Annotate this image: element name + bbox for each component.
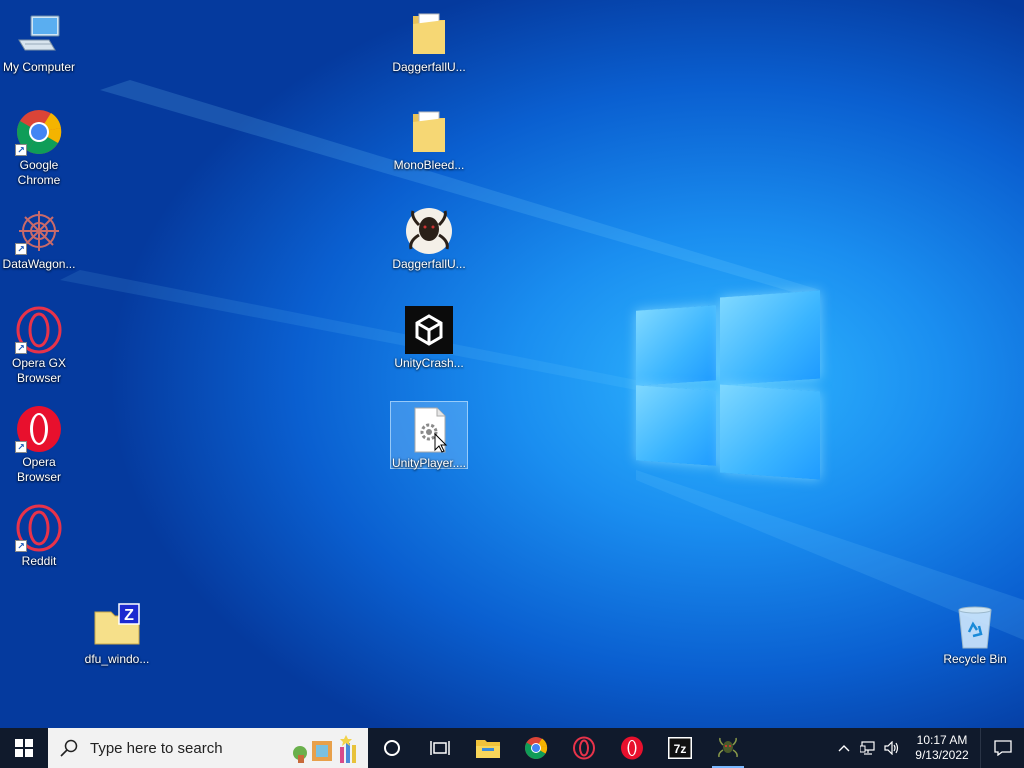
desktop-icon-opera-gx[interactable]: ↗ Opera GX Browser [0,302,78,386]
volume-button[interactable] [880,728,904,768]
desktop-icon-label: UnityCrash... [394,356,464,370]
computer-icon [15,10,63,58]
taskbar-search-box[interactable]: Type here to search [48,728,368,768]
desktop-icon-unityplayer[interactable]: UnityPlayer.... [390,401,468,470]
desktop-icon-label: DataWagon... [2,257,76,271]
task-view-button[interactable] [416,728,464,768]
system-tray: 10:17 AM 9/13/2022 [832,728,1024,768]
desktop-icon-daggerfall-folder[interactable]: DaggerfallU... [390,6,468,90]
desktop-icon-google-chrome[interactable]: ↗ Google Chrome [0,104,78,188]
unity-icon [405,306,453,354]
file-explorer-icon [476,740,500,758]
show-hidden-icons-button[interactable] [832,728,856,768]
desktop-icon-label: Recycle Bin [943,652,1007,666]
chrome-icon [525,737,548,759]
taskbar-file-explorer[interactable] [464,728,512,768]
shortcut-arrow-icon: ↗ [15,243,27,255]
desktop-icon-daggerfall-app[interactable]: DaggerfallU... [390,203,468,287]
desktop-icon-label: Opera GX Browser [11,356,67,385]
7zip-icon: 7z [668,737,692,759]
datawagon-icon: ↗ [15,207,63,255]
clock[interactable]: 10:17 AM 9/13/2022 [908,733,976,763]
folder-icon [405,108,453,156]
network-button[interactable] [856,728,880,768]
taskbar-7zip[interactable]: 7z [656,728,704,768]
clock-date: 9/13/2022 [915,748,969,762]
folder-icon [405,10,453,58]
windows-icon [15,739,33,757]
shortcut-arrow-icon: ↗ [15,144,27,156]
taskbar-daggerfall[interactable] [704,728,752,768]
clock-time: 10:17 AM [916,733,968,747]
desktop-icon-label: Google Chrome [17,158,61,187]
search-placeholder: Type here to search [90,739,223,757]
desktop-icon-label: DaggerfallU... [392,60,466,74]
shortcut-arrow-icon: ↗ [15,441,27,453]
action-center-button[interactable] [980,728,1024,768]
shortcut-arrow-icon: ↗ [15,342,27,354]
svg-text:7z: 7z [674,742,687,756]
desktop-icon-recycle-bin[interactable]: Recycle Bin [936,598,1014,682]
zip-folder-icon: Z [93,602,141,650]
desktop-icon-label: Reddit [21,554,57,568]
notification-icon [993,740,1012,756]
desktop-icon-opera[interactable]: ↗ Opera Browser [0,401,78,485]
desktop-icon-datawagon[interactable]: ↗ DataWagon... [0,203,78,287]
taskbar-chrome[interactable] [512,728,560,768]
task-view-icon [430,741,450,755]
opera-gx-icon: ↗ [15,504,63,552]
shortcut-arrow-icon: ↗ [15,540,27,552]
start-button[interactable] [0,728,48,768]
desktop-icon-dfu-windows[interactable]: Z dfu_windo... [78,598,156,682]
cortana-button[interactable] [368,728,416,768]
desktop-icon-label: dfu_windo... [84,652,150,666]
speaker-icon [884,741,899,755]
settings-file-icon [405,406,453,454]
desktop-icon-label: Opera Browser [16,455,61,484]
desktop-icon-my-computer[interactable]: My Computer [0,6,78,90]
opera-icon: ↗ [15,405,63,453]
desktop-icon-label: UnityPlayer.... [391,456,467,470]
desktop-icon-label: MonoBleed... [393,158,465,172]
chevron-up-icon [838,745,850,752]
recycle-bin-icon [951,602,999,650]
opera-gx-icon: ↗ [15,306,63,354]
chrome-icon: ↗ [15,108,63,156]
cortana-circle-icon [384,740,400,756]
desktop-icon-monobleed-folder[interactable]: MonoBleed... [390,104,468,188]
desktop-icon-unitycrash[interactable]: UnityCrash... [390,302,468,386]
taskbar-opera-gx[interactable] [560,728,608,768]
search-icon [60,739,78,757]
opera-gx-icon [573,736,595,760]
network-icon [860,741,875,755]
search-highlight-illustration-icon [293,735,356,763]
windows-wallpaper-logo [636,290,822,480]
desktop-icon-label: DaggerfallU... [392,257,466,271]
desktop[interactable]: My Computer ↗ Google Chrome ↗ DataWagon.… [0,0,1024,728]
svg-text:Z: Z [124,607,134,624]
taskbar-opera[interactable] [608,728,656,768]
taskbar: Type here to search 7z 10:17 AM 9/13/202… [0,728,1024,768]
daggerfall-app-icon [405,207,453,255]
daggerfall-app-icon [718,737,738,758]
desktop-icon-reddit[interactable]: ↗ Reddit [0,500,78,584]
desktop-icon-label: My Computer [2,60,76,74]
opera-icon [621,736,643,760]
